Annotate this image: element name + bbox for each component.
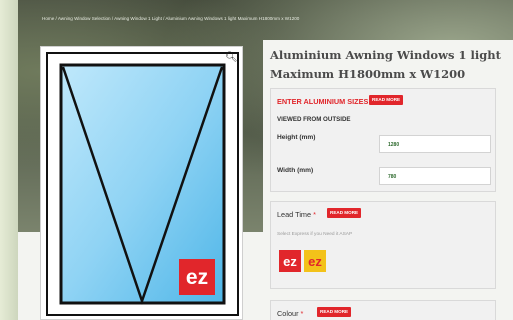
colour-read-more-button[interactable]: READ MORE [317, 307, 352, 317]
svg-text:ez: ez [308, 254, 322, 268]
ez-standard-icon: ez [283, 254, 297, 268]
magnifier-icon[interactable]: 🔍︎ [225, 52, 238, 64]
height-label: Height (mm) [277, 134, 316, 141]
sizes-heading: ENTER ALUMINIUM SIZES [277, 97, 369, 106]
required-mark: * [313, 210, 316, 219]
ez-express-icon: ez [308, 254, 322, 268]
ez-logo-icon: ez [179, 259, 215, 295]
svg-text:ez: ez [186, 266, 208, 289]
lead-time-hint: Select Express if you Need it ASAP [277, 232, 353, 237]
lead-time-read-more-button[interactable]: READ MORE [327, 208, 362, 218]
aluminium-sizes-panel: ENTER ALUMINIUM SIZES READ MORE VIEWED F… [270, 88, 496, 192]
left-edge-background [0, 0, 18, 320]
colour-text: Colour [277, 309, 299, 318]
svg-text:ez: ez [283, 254, 297, 268]
breadcrumb[interactable]: Home / Awning Window Selection / Awning … [42, 16, 299, 21]
product-image[interactable]: 🔍︎ ez [40, 46, 243, 320]
lead-time-text: Lead Time [277, 210, 312, 219]
colour-panel: Colour * READ MORE [270, 300, 496, 320]
lead-time-label: Lead Time * [277, 210, 316, 219]
sizes-read-more-button[interactable]: READ MORE [369, 95, 404, 105]
lead-time-panel: Lead Time * READ MORE Select Express if … [270, 201, 496, 289]
width-label: Width (mm) [277, 167, 314, 174]
product-title: Aluminium Awning Windows 1 light Maximum… [270, 48, 501, 81]
standard-lead-time-option[interactable]: ez [279, 250, 301, 272]
height-input[interactable]: 1280 [379, 135, 491, 153]
express-lead-time-option[interactable]: ez [304, 250, 326, 272]
colour-label: Colour * [277, 309, 303, 318]
viewed-from-outside-label: VIEWED FROM OUTSIDE [277, 116, 351, 123]
width-input[interactable]: 780 [379, 167, 491, 185]
colour-required-mark: * [300, 309, 304, 318]
